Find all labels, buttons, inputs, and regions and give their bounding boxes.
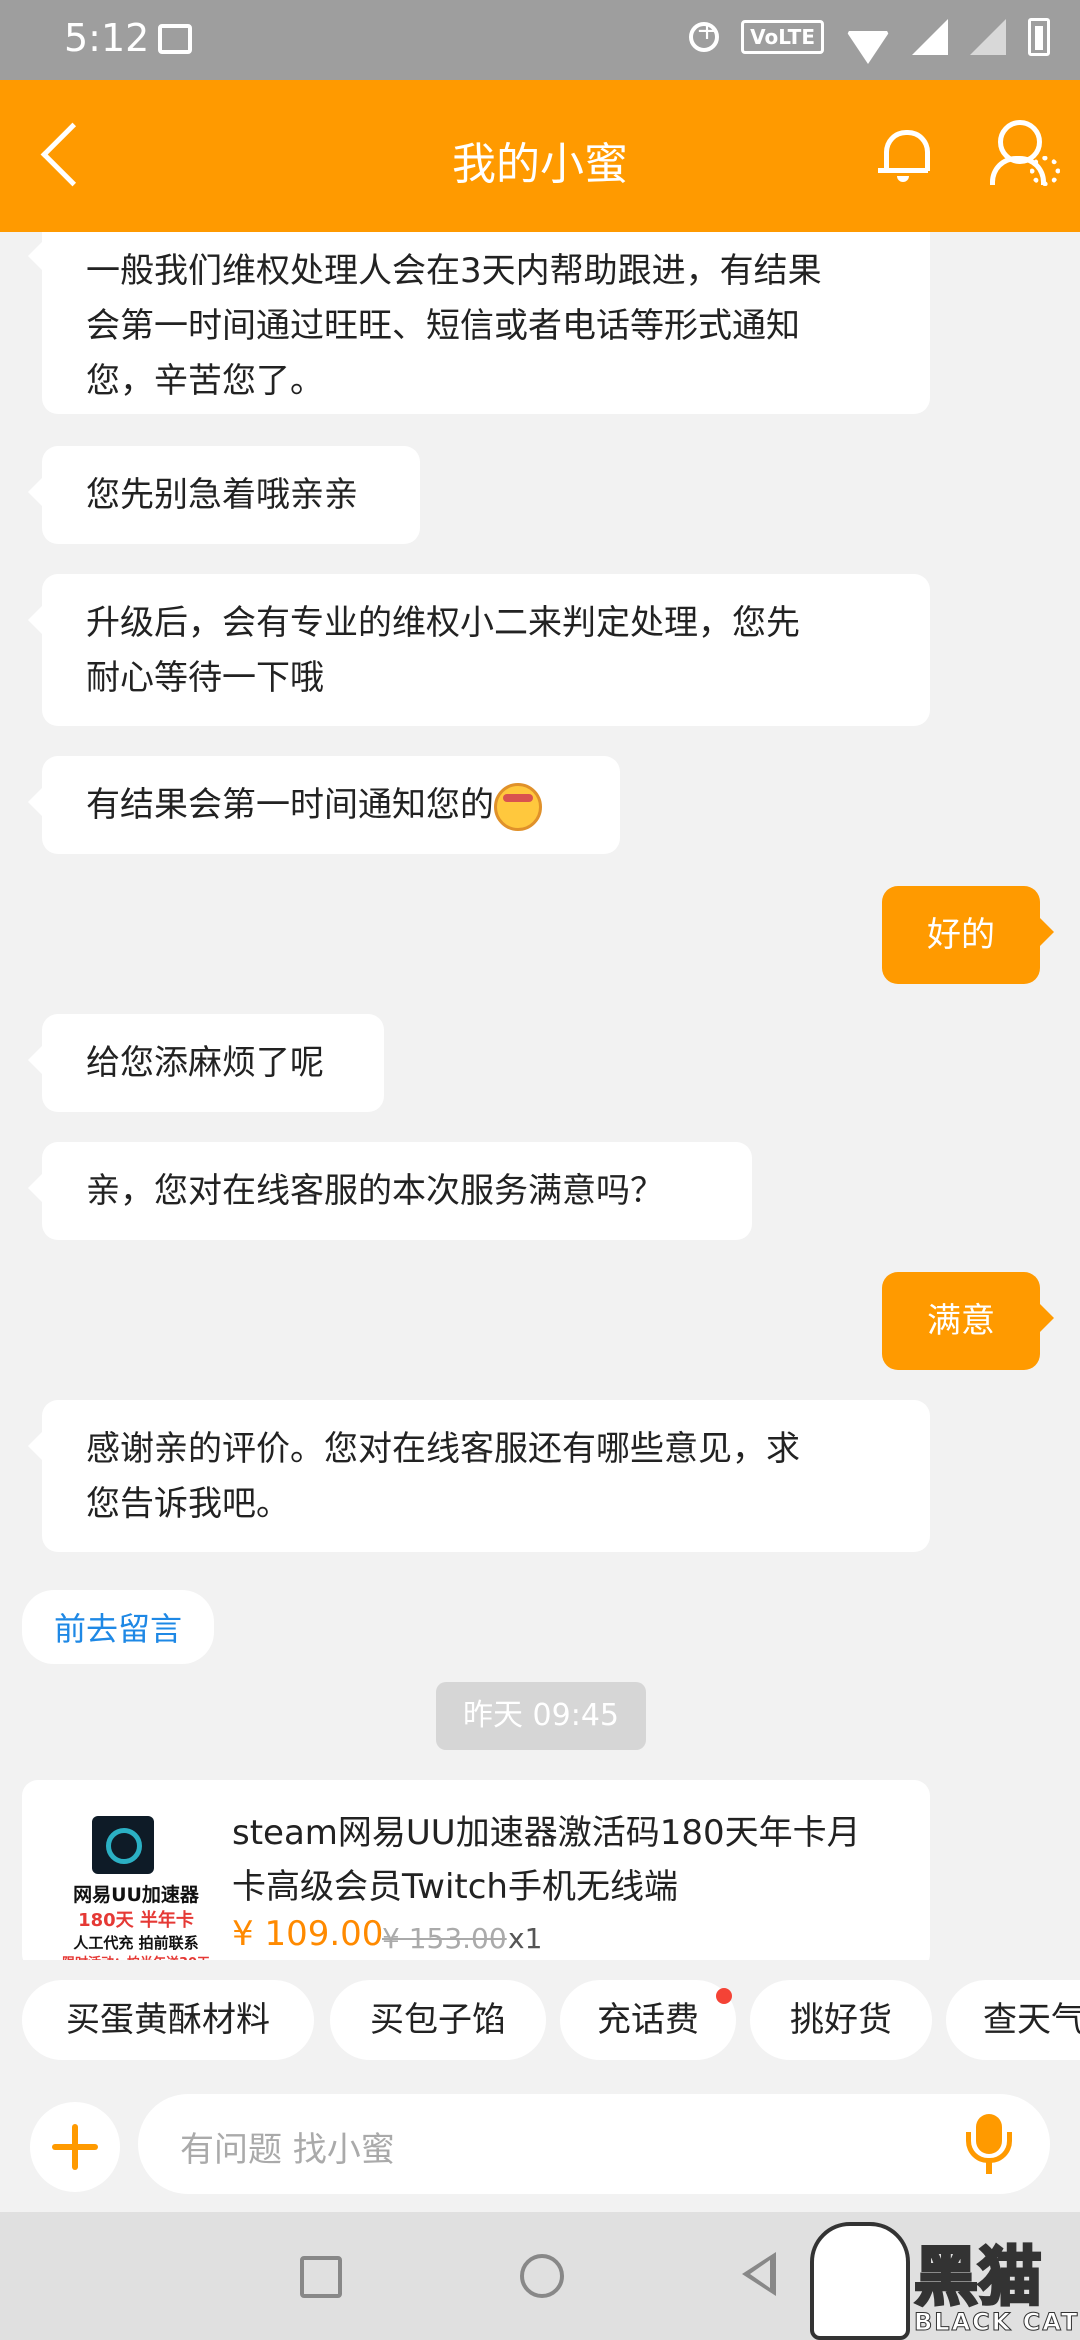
thinking-emoji-icon [494, 782, 542, 831]
recents-icon[interactable] [300, 2256, 342, 2298]
message-bot: 亲，您对在线客服的本次服务满意吗？ [28, 1142, 752, 1240]
notification-dot [716, 1988, 732, 2004]
message-line: 升级后，会有专业的维权小二来判定处理，您先 [86, 603, 800, 643]
data-saver-icon [689, 16, 720, 52]
quick-reply-chip[interactable]: 挑好货 [750, 1980, 932, 2060]
message-user: 好的 [882, 886, 1054, 984]
message-bot: 您先别急着哦亲亲 [28, 446, 420, 544]
message-input[interactable]: 有问题 找小蜜 [138, 2094, 1050, 2194]
quick-reply-chip-topup[interactable]: 充话费 [560, 1980, 736, 2060]
message-bot: 感谢亲的评价。您对在线客服还有哪些意见，求 您告诉我吧。 [28, 1400, 930, 1552]
quick-reply-label: 充话费 [597, 2000, 699, 2040]
status-icons: VoLTE [689, 16, 1050, 56]
battery-icon [1028, 18, 1050, 56]
microphone-icon[interactable] [964, 2114, 1014, 2178]
message-line: 感谢亲的评价。您对在线客服还有哪些意见，求 [86, 1429, 800, 1469]
message-text: 给您添麻烦了呢 [86, 1043, 324, 1083]
message-bot: 有结果会第一时间通知您的 [28, 756, 620, 854]
product-title-line: 卡高级会员Twitch手机无线端 [232, 1867, 678, 1907]
plus-icon[interactable] [30, 2102, 120, 2192]
message-text: 好的 [927, 915, 995, 955]
quick-reply-chip[interactable]: 查天气 [946, 1980, 1080, 2060]
quick-reply-chip[interactable]: 买包子馅 [330, 1980, 546, 2060]
product-title[interactable]: steam网易UU加速器激活码180天年卡月 卡高级会员Twitch手机无线端 [232, 1806, 912, 1914]
message-line: 您告诉我吧。 [86, 1484, 290, 1524]
watermark: 黑猫 BLACK CAT [810, 2216, 1080, 2340]
input-bar: 有问题 找小蜜 [0, 2080, 1080, 2212]
watermark-en: BLACK CAT [913, 2308, 1080, 2337]
watermark-cn: 黑猫 [913, 2240, 1044, 2317]
product-original-price: ¥ 153.00 [382, 1922, 507, 1955]
back-nav-icon[interactable] [742, 2252, 776, 2296]
product-thumbnail[interactable]: 网易UU加速器 180天 半年卡 人工代充 拍前联系 限时活动：拍半年送30天 [56, 1810, 216, 1971]
signal-icon [912, 19, 948, 55]
volte-badge: VoLTE [741, 20, 824, 54]
image-notification-icon [158, 24, 192, 54]
cat-logo-icon [810, 2222, 910, 2340]
product-price: ¥ 109.00 [232, 1914, 384, 1954]
message-text: 有结果会第一时间通知您的 [86, 785, 494, 825]
message-line: 耐心等待一下哦 [86, 658, 324, 698]
signal-2-icon [970, 19, 1006, 55]
quick-replies[interactable]: 买蛋黄酥材料 买包子馅 充话费 挑好货 查天气 [0, 1960, 1080, 2080]
user-settings-icon[interactable] [990, 120, 1060, 186]
message-bot: 给您添麻烦了呢 [28, 1014, 384, 1112]
message-user: 满意 [882, 1272, 1054, 1370]
message-text: 亲，您对在线客服的本次服务满意吗？ [86, 1171, 664, 1211]
message-line: 会第一时间通过旺旺、短信或者电话等形式通知 [86, 306, 800, 346]
message-line: 您，辛苦您了。 [86, 361, 324, 401]
app-header: 我的小蜜 [0, 80, 1080, 232]
uu-logo-icon [92, 1816, 154, 1874]
input-placeholder: 有问题 找小蜜 [180, 2130, 395, 2170]
status-time: 5:12 [64, 16, 150, 60]
bell-icon[interactable] [878, 124, 930, 182]
message-text: 您先别急着哦亲亲 [86, 475, 358, 515]
leave-message-link[interactable]: 前去留言 [22, 1590, 215, 1664]
wifi-icon [846, 20, 890, 54]
quick-reply-chip[interactable]: 买蛋黄酥材料 [22, 1980, 314, 2060]
message-bot: 升级后，会有专业的维权小二来判定处理，您先 耐心等待一下哦 [28, 574, 930, 726]
message-text: 满意 [927, 1301, 995, 1341]
home-icon[interactable] [520, 2254, 564, 2298]
thumb-text: 180天 半年卡 [78, 1910, 194, 1931]
product-title-line: steam网易UU加速器激活码180天年卡月 [232, 1813, 861, 1853]
thumb-text: 网易UU加速器 [73, 1884, 199, 1906]
chat-timestamp: 昨天 09:45 [436, 1682, 646, 1750]
status-bar: 5:12 VoLTE [0, 0, 1080, 80]
product-quantity: x1 [508, 1922, 543, 1955]
thumb-text: 人工代充 拍前联系 [73, 1934, 199, 1952]
product-card[interactable]: 网易UU加速器 180天 半年卡 人工代充 拍前联系 限时活动：拍半年送30天 … [22, 1780, 930, 1971]
message-line: 一般我们维权处理人会在3天内帮助跟进，有结果 [86, 251, 822, 291]
message-bot: 一般我们维权处理人会在3天内帮助跟进，有结果 会第一时间通过旺旺、短信或者电话等… [28, 232, 930, 414]
